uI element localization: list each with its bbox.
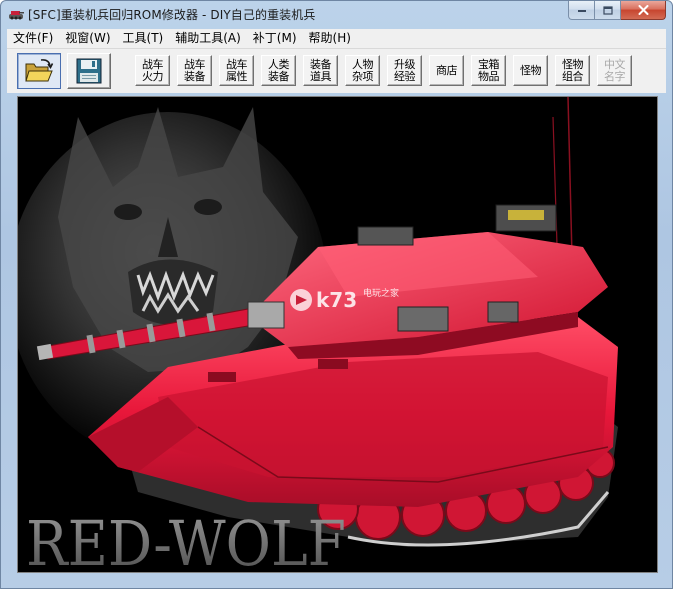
watermark-subtitle: 电玩之家: [363, 287, 399, 299]
tb-label: 怪物 组合: [562, 58, 584, 83]
minimize-icon: [577, 10, 586, 12]
main-window: [SFC]重装机兵回归ROM修改器 - DIY自己的重装机兵 文件(F) 视窗(…: [0, 0, 673, 589]
menu-bar: 文件(F) 视窗(W) 工具(T) 辅助工具(A) 补丁(M) 帮助(H): [7, 29, 666, 49]
shop-button[interactable]: 商店: [429, 55, 464, 86]
monster-combo-button[interactable]: 怪物 组合: [555, 55, 590, 86]
tb-label: 战车 属性: [226, 58, 248, 83]
window-title: [SFC]重装机兵回归ROM修改器 - DIY自己的重装机兵: [28, 8, 316, 22]
tb-label: 商店: [436, 63, 458, 77]
toolbar: 战车 火力 战车 装备 战车 属性 人类 装备 装备 道具 人物 杂项 升级 经验 商店 宝箱…: [7, 49, 666, 93]
tb-label: 战车 装备: [184, 58, 206, 83]
red-wolf-logo-text: RED-WOLF: [26, 507, 346, 572]
folder-open-icon: [25, 59, 54, 82]
close-button[interactable]: [621, 1, 666, 20]
tb-label-line2: 火力: [142, 69, 164, 83]
tb-label: 战车 火力: [142, 58, 164, 83]
tb-label-line2: 物品: [478, 69, 500, 83]
tb-label-line2: 组合: [562, 69, 584, 83]
equipment-items-button[interactable]: 装备 道具: [303, 55, 338, 86]
maximize-button[interactable]: [595, 1, 621, 20]
treasure-items-button[interactable]: 宝箱 物品: [471, 55, 506, 86]
floppy-save-icon: [76, 58, 102, 84]
menu-help[interactable]: 帮助(H): [303, 29, 357, 48]
watermark-brand: k73: [316, 288, 357, 312]
level-exp-button[interactable]: 升级 经验: [387, 55, 422, 86]
splash-image-area: k73 电玩之家 RED-WOLF: [17, 96, 658, 573]
caption-buttons: [568, 1, 666, 21]
tb-label: 升级 经验: [394, 58, 416, 83]
menu-file[interactable]: 文件(F): [7, 29, 59, 48]
tb-label-line2: 道具: [310, 69, 332, 83]
close-icon: [638, 5, 648, 15]
open-button[interactable]: [17, 53, 61, 89]
title-bar[interactable]: [SFC]重装机兵回归ROM修改器 - DIY自己的重装机兵: [1, 1, 672, 27]
menu-patch[interactable]: 补丁(M): [247, 29, 303, 48]
menu-window[interactable]: 视窗(W): [59, 29, 116, 48]
character-misc-button[interactable]: 人物 杂项: [345, 55, 380, 86]
save-button[interactable]: [67, 53, 111, 89]
tb-label: 中文 名字: [604, 58, 626, 83]
tank-firepower-button[interactable]: 战车 火力: [135, 55, 170, 86]
chinese-name-button[interactable]: 中文 名字: [597, 55, 632, 86]
tank-attributes-button[interactable]: 战车 属性: [219, 55, 254, 86]
splash-illustration: k73 电玩之家 RED-WOLF: [18, 97, 618, 572]
tb-label-line2: 装备: [268, 69, 290, 83]
tb-label: 人类 装备: [268, 58, 290, 83]
minimize-button[interactable]: [568, 1, 595, 20]
tb-label-line2: 经验: [394, 69, 416, 83]
tank-equipment-button[interactable]: 战车 装备: [177, 55, 212, 86]
tb-label: 宝箱 物品: [478, 58, 500, 83]
menu-aux-tools[interactable]: 辅助工具(A): [169, 29, 247, 48]
tank-app-icon: [9, 11, 24, 20]
tb-label: 装备 道具: [310, 58, 332, 83]
tb-label-line2: 装备: [184, 69, 206, 83]
tb-label: 怪物: [520, 63, 542, 77]
menu-tools[interactable]: 工具(T): [117, 29, 170, 48]
tb-label: 人物 杂项: [352, 58, 374, 83]
tb-label-line2: 名字: [604, 69, 626, 83]
human-equipment-button[interactable]: 人类 装备: [261, 55, 296, 86]
monster-button[interactable]: 怪物: [513, 55, 548, 86]
tb-label-line2: 杂项: [352, 69, 374, 83]
maximize-icon: [602, 5, 613, 15]
tb-label-line2: 属性: [226, 69, 248, 83]
